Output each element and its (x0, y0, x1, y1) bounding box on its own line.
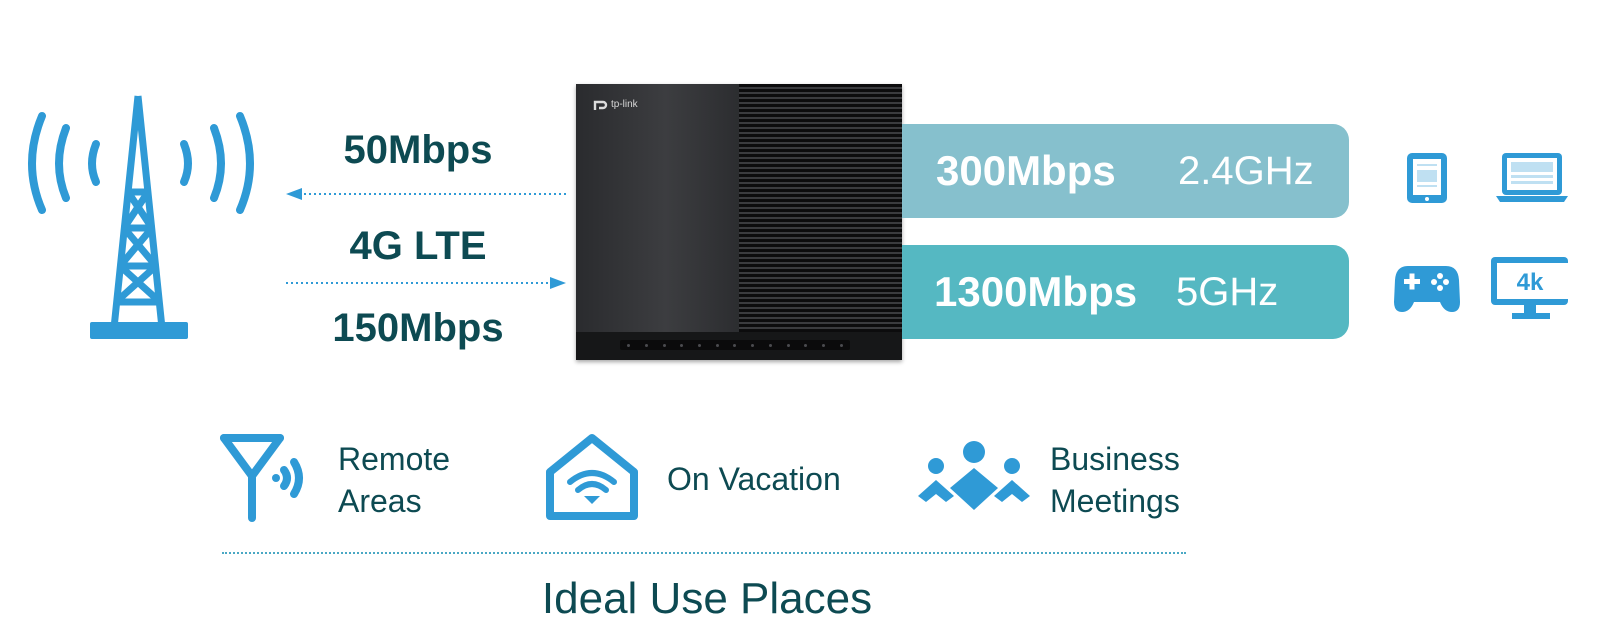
place-label-line1: Remote (338, 441, 451, 477)
business-meetings-label: Business Meetings (1050, 438, 1180, 522)
band-speed: 300Mbps (936, 147, 1116, 194)
router-brand: tp-link (611, 98, 638, 110)
monitor-badge: 4k (1517, 269, 1544, 296)
upload-speed-label: 150Mbps (332, 306, 504, 350)
tp-link-logo-icon (593, 100, 608, 110)
on-vacation-label: On Vacation (667, 461, 841, 497)
router-led-strip (620, 340, 850, 350)
router-grille (739, 84, 902, 332)
router-front-panel: tp-link (576, 84, 739, 332)
band-5ghz: 1300Mbps 5GHz (902, 245, 1349, 339)
data-flow-arrows (286, 188, 566, 289)
remote-areas-label: Remote Areas (338, 438, 450, 522)
place-label-line1: Business (1050, 441, 1180, 477)
antenna-signal-icon (220, 434, 303, 522)
band-2-4ghz: 300Mbps 2.4GHz (902, 124, 1349, 218)
gamepad-icon (1394, 266, 1460, 312)
band-frequency: 5GHz (1176, 269, 1279, 314)
router-logo: tp-link (592, 96, 638, 112)
ideal-use-places-title: Ideal Use Places (541, 574, 873, 623)
laptop-icon (1496, 153, 1568, 202)
people-group-icon (918, 441, 1030, 510)
place-label-line2: Areas (338, 483, 422, 519)
place-label-line2: Meetings (1050, 483, 1180, 519)
band-frequency: 2.4GHz (1178, 148, 1314, 193)
router-image: tp-link (576, 84, 902, 360)
router-base (576, 332, 902, 360)
arrow-left-icon (286, 188, 302, 200)
tablet-icon (1407, 153, 1447, 203)
arrow-right-icon (550, 277, 566, 289)
band-speed: 1300Mbps (934, 268, 1138, 315)
house-wifi-icon (546, 434, 638, 520)
download-speed-label: 50Mbps (343, 128, 493, 172)
cell-tower-icon (28, 95, 254, 339)
monitor-4k-icon: 4k (1491, 257, 1568, 319)
divider (222, 552, 1186, 554)
